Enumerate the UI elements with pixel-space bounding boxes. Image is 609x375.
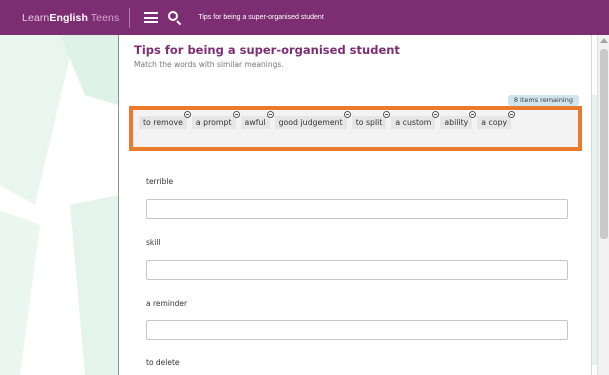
question-label-skill: skill xyxy=(146,238,161,247)
word-bank: to remove a prompt awful good judgement … xyxy=(129,106,582,151)
answer-dropzone-terrible[interactable] xyxy=(146,199,568,219)
word-chip-label: a custom xyxy=(395,118,432,127)
word-chip[interactable]: awful xyxy=(240,111,274,129)
word-chip[interactable]: a copy xyxy=(477,111,516,129)
drag-handle-icon xyxy=(183,111,191,118)
hamburger-menu-icon[interactable] xyxy=(144,12,159,23)
activity-title: Tips for being a super-organised student xyxy=(134,43,400,57)
learnenglish-teens-logo[interactable]: LearnEnglish Teens xyxy=(22,12,119,24)
word-chip-list: to remove a prompt awful good judgement … xyxy=(139,111,572,129)
word-chip[interactable]: to remove xyxy=(139,111,191,129)
top-navigation-bar: LearnEnglish Teens Tips for being a supe… xyxy=(0,0,609,35)
header-page-title: Tips for being a super-organised student xyxy=(198,14,324,21)
drag-handle-icon xyxy=(469,111,477,118)
drag-handle-icon xyxy=(508,111,516,118)
word-chip-label: ability xyxy=(444,118,469,127)
scrollbar-thumb[interactable] xyxy=(600,49,608,239)
header-divider xyxy=(129,7,131,28)
drag-handle-icon xyxy=(343,111,351,118)
drag-handle-icon xyxy=(432,111,440,118)
activity-instruction: Match the words with similar meanings. xyxy=(134,60,284,69)
word-chip-label: to remove xyxy=(143,118,183,127)
word-chip-label: a prompt xyxy=(195,118,232,127)
drag-handle-icon xyxy=(383,111,391,118)
question-label-a-reminder: a reminder xyxy=(146,299,188,308)
page-scrollbar[interactable] xyxy=(597,35,609,375)
word-chip[interactable]: to split xyxy=(351,111,391,129)
search-icon[interactable] xyxy=(168,10,182,25)
word-chip-label: a copy xyxy=(481,118,508,127)
activity-card: Tips for being a super-organised student… xyxy=(118,35,592,375)
items-remaining-badge: 8 items remaining xyxy=(507,95,579,106)
word-chip[interactable]: good judgement xyxy=(274,111,351,129)
question-label-terrible: terrible xyxy=(146,177,174,186)
word-chip[interactable]: a prompt xyxy=(191,111,240,129)
word-chip-label: good judgement xyxy=(278,118,343,127)
word-chip-label: to split xyxy=(355,118,383,127)
scroll-up-arrow-icon[interactable] xyxy=(600,38,608,43)
word-chip-label: awful xyxy=(244,118,266,127)
answer-dropzone-skill[interactable] xyxy=(146,260,568,280)
drag-handle-icon xyxy=(266,111,274,118)
word-chip[interactable]: ability xyxy=(440,111,477,129)
question-label-to-delete: to delete xyxy=(146,358,180,367)
drag-handle-icon xyxy=(232,111,240,118)
word-chip[interactable]: a custom xyxy=(391,111,440,129)
answer-dropzone-a-reminder[interactable] xyxy=(146,320,568,340)
